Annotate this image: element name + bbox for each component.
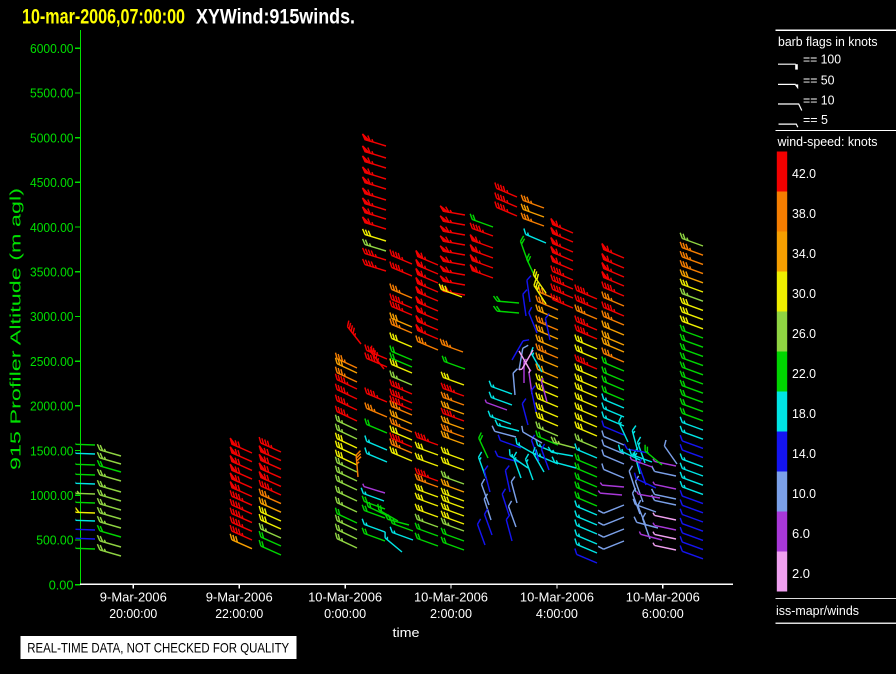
svg-text:4000.00: 4000.00 xyxy=(30,220,74,235)
svg-text:18.0: 18.0 xyxy=(792,406,816,421)
svg-text:9-Mar-2006: 9-Mar-2006 xyxy=(100,589,167,604)
svg-text:== 100: == 100 xyxy=(803,52,841,67)
svg-text:4:00:00: 4:00:00 xyxy=(536,606,578,621)
svg-text:2.0: 2.0 xyxy=(792,566,810,581)
svg-text:10.0: 10.0 xyxy=(792,486,816,501)
svg-text:20:00:00: 20:00:00 xyxy=(109,606,157,621)
svg-text:== 10: == 10 xyxy=(803,93,835,108)
svg-text:22:00:00: 22:00:00 xyxy=(215,606,263,621)
svg-text:2500.00: 2500.00 xyxy=(30,354,74,369)
svg-text:2:00:00: 2:00:00 xyxy=(430,606,472,621)
svg-text:34.0: 34.0 xyxy=(792,246,816,261)
svg-text:6:00:00: 6:00:00 xyxy=(642,606,684,621)
svg-text:9-Mar-2006: 9-Mar-2006 xyxy=(206,589,273,604)
svg-text:10-Mar-2006: 10-Mar-2006 xyxy=(414,589,488,604)
svg-text:915 Profiler Altitude (m agl): 915 Profiler Altitude (m agl) xyxy=(9,188,25,470)
svg-text:3000.00: 3000.00 xyxy=(30,309,74,324)
svg-text:iss-mapr/winds: iss-mapr/winds xyxy=(776,603,859,618)
svg-text:1500.00: 1500.00 xyxy=(30,443,74,458)
svg-text:500.00: 500.00 xyxy=(36,533,73,548)
svg-text:10-Mar-2006: 10-Mar-2006 xyxy=(626,589,700,604)
svg-text:REAL-TIME DATA, NOT CHECKED FO: REAL-TIME DATA, NOT CHECKED FOR QUALITY xyxy=(27,640,290,656)
svg-text:== 5: == 5 xyxy=(803,112,828,127)
svg-text:6000.00: 6000.00 xyxy=(30,41,74,56)
svg-text:10-mar-2006,07:00:00: 10-mar-2006,07:00:00 xyxy=(22,6,185,29)
svg-text:barb flags in knots: barb flags in knots xyxy=(778,35,878,49)
svg-text:30.0: 30.0 xyxy=(792,286,816,301)
svg-text:10-Mar-2006: 10-Mar-2006 xyxy=(520,589,594,604)
svg-text:38.0: 38.0 xyxy=(792,206,816,221)
svg-text:wind-speed: knots: wind-speed: knots xyxy=(777,135,878,149)
svg-text:5000.00: 5000.00 xyxy=(30,130,74,145)
svg-text:10-Mar-2006: 10-Mar-2006 xyxy=(308,589,382,604)
svg-text:5500.00: 5500.00 xyxy=(30,86,74,101)
svg-text:3500.00: 3500.00 xyxy=(30,265,74,280)
svg-text:42.0: 42.0 xyxy=(792,166,816,181)
svg-text:0.00: 0.00 xyxy=(49,577,74,592)
svg-text:time: time xyxy=(393,625,420,640)
svg-text:14.0: 14.0 xyxy=(792,446,816,461)
svg-text:XYWind:915winds.: XYWind:915winds. xyxy=(196,6,355,29)
svg-text:0:00:00: 0:00:00 xyxy=(324,606,366,621)
svg-text:26.0: 26.0 xyxy=(792,326,816,341)
svg-text:6.0: 6.0 xyxy=(792,526,810,541)
svg-text:2000.00: 2000.00 xyxy=(30,399,74,414)
svg-text:1000.00: 1000.00 xyxy=(30,488,74,503)
svg-text:== 50: == 50 xyxy=(803,73,835,88)
svg-text:22.0: 22.0 xyxy=(792,366,816,381)
svg-text:4500.00: 4500.00 xyxy=(30,175,74,190)
